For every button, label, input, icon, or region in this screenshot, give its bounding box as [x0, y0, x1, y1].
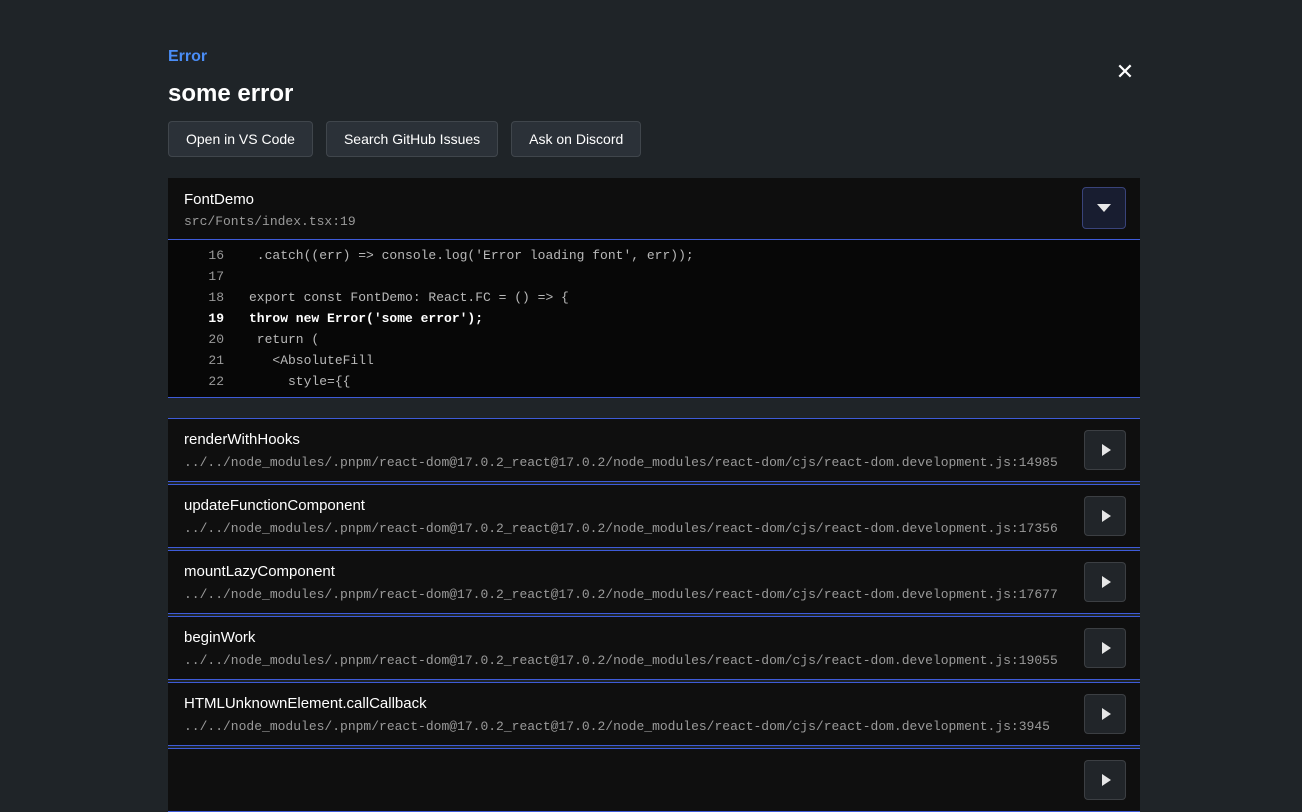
action-buttons-row: Open in VS Code Search GitHub Issues Ask… — [168, 121, 1140, 157]
code-line: 19 throw new Error('some error'); — [168, 308, 1140, 329]
open-frame-button[interactable] — [1084, 496, 1126, 536]
open-frame-button[interactable] — [1084, 562, 1126, 602]
close-icon: ✕ — [1116, 60, 1134, 85]
stack-frame-name: renderWithHooks — [184, 431, 1124, 448]
triangle-right-icon — [1102, 642, 1111, 654]
line-text: <AbsoluteFill — [224, 350, 374, 371]
code-line: 17 — [168, 266, 1140, 287]
triangle-right-icon — [1102, 708, 1111, 720]
stack-frame-name: HTMLUnknownElement.callCallback — [184, 695, 1124, 712]
line-text: return ( — [224, 329, 319, 350]
stack-frame-path: ../../node_modules/.pnpm/react-dom@17.0.… — [184, 455, 1124, 470]
code-line: 16 .catch((err) => console.log('Error lo… — [168, 245, 1140, 266]
stack-frame-row: updateFunctionComponent ../../node_modul… — [168, 484, 1140, 548]
code-line: 21 <AbsoluteFill — [168, 350, 1140, 371]
open-frame-button[interactable] — [1084, 694, 1126, 734]
collapse-frame-button[interactable] — [1082, 187, 1126, 229]
stack-frame-path: ../../node_modules/.pnpm/react-dom@17.0.… — [184, 653, 1124, 668]
stack-frames-list: renderWithHooks ../../node_modules/.pnpm… — [168, 418, 1140, 812]
chevron-down-icon — [1097, 204, 1111, 212]
open-frame-button[interactable] — [1084, 430, 1126, 470]
source-frame-card: FontDemo src/Fonts/index.tsx:19 16 .catc… — [168, 178, 1140, 398]
line-text: throw new Error('some error'); — [224, 308, 483, 329]
stack-frame-name: updateFunctionComponent — [184, 497, 1124, 514]
action-button[interactable]: Ask on Discord — [511, 121, 641, 157]
action-button-label: Search GitHub Issues — [344, 131, 480, 147]
open-frame-button[interactable] — [1084, 628, 1126, 668]
stack-frame-row: beginWork ../../node_modules/.pnpm/react… — [168, 616, 1140, 680]
source-frame-header: FontDemo src/Fonts/index.tsx:19 — [168, 178, 1140, 240]
triangle-right-icon — [1102, 444, 1111, 456]
line-number: 20 — [168, 329, 224, 350]
triangle-right-icon — [1102, 510, 1111, 522]
line-number: 18 — [168, 287, 224, 308]
line-number: 16 — [168, 245, 224, 266]
code-block: 16 .catch((err) => console.log('Error lo… — [168, 240, 1140, 398]
line-text: export const FontDemo: React.FC = () => … — [224, 287, 569, 308]
error-overlay: Error some error Open in VS Code Search … — [168, 0, 1140, 812]
stack-frame-path: ../../node_modules/.pnpm/react-dom@17.0.… — [184, 521, 1124, 536]
action-button-label: Ask on Discord — [529, 131, 623, 147]
line-number: 21 — [168, 350, 224, 371]
stack-frame-name: mountLazyComponent — [184, 563, 1124, 580]
error-kicker: Error — [168, 48, 1140, 66]
action-button[interactable]: Search GitHub Issues — [326, 121, 498, 157]
triangle-right-icon — [1102, 576, 1111, 588]
line-text: .catch((err) => console.log('Error loadi… — [224, 245, 694, 266]
stack-frame-row — [168, 748, 1140, 812]
line-text — [224, 266, 249, 287]
source-frame-location: src/Fonts/index.tsx:19 — [184, 214, 1124, 229]
stack-frame-name: beginWork — [184, 629, 1124, 646]
error-title: some error — [168, 80, 1140, 108]
code-line: 20 return ( — [168, 329, 1140, 350]
line-number: 22 — [168, 371, 224, 392]
line-number: 17 — [168, 266, 224, 287]
stack-frame-path: ../../node_modules/.pnpm/react-dom@17.0.… — [184, 719, 1124, 734]
stack-frame-row: renderWithHooks ../../node_modules/.pnpm… — [168, 418, 1140, 482]
stack-frame-row: mountLazyComponent ../../node_modules/.p… — [168, 550, 1140, 614]
code-line: 18 export const FontDemo: React.FC = () … — [168, 287, 1140, 308]
action-button[interactable]: Open in VS Code — [168, 121, 313, 157]
stack-frame-row: HTMLUnknownElement.callCallback ../../no… — [168, 682, 1140, 746]
stack-frame-path: ../../node_modules/.pnpm/react-dom@17.0.… — [184, 587, 1124, 602]
source-frame-name: FontDemo — [184, 191, 1124, 208]
line-number: 19 — [168, 308, 224, 329]
close-button[interactable]: ✕ — [1110, 58, 1140, 88]
open-frame-button[interactable] — [1084, 760, 1126, 800]
line-text: style={{ — [224, 371, 350, 392]
action-button-label: Open in VS Code — [186, 131, 295, 147]
code-line: 22 style={{ — [168, 371, 1140, 392]
